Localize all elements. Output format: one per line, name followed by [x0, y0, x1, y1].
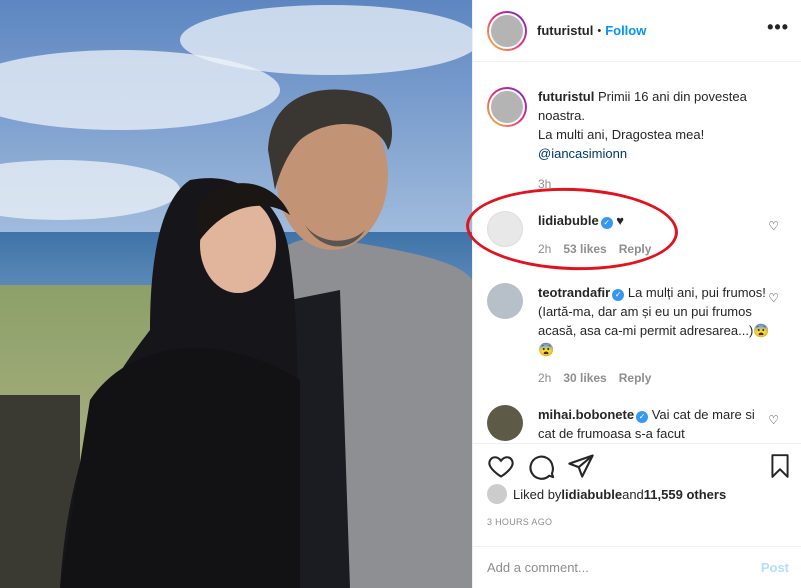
- save-bookmark-icon[interactable]: [767, 452, 793, 480]
- caption-time[interactable]: 3h: [538, 177, 551, 191]
- likes-summary: Liked by lidiabuble and 11,559 others: [487, 484, 726, 504]
- post-comment-button[interactable]: Post: [761, 560, 789, 575]
- comment-text: ♥: [616, 213, 625, 228]
- comment-time[interactable]: 2h: [538, 371, 551, 385]
- photo-illustration: [0, 0, 472, 588]
- verified-icon: ✓: [600, 217, 613, 229]
- verified-icon: ✓: [636, 411, 649, 423]
- author-username[interactable]: futuristul: [537, 23, 593, 38]
- reply-button[interactable]: Reply: [619, 371, 652, 385]
- commenter-avatar[interactable]: [487, 283, 523, 319]
- caption-username[interactable]: futuristul: [538, 89, 594, 104]
- caption-avatar[interactable]: [487, 87, 527, 127]
- likes-middle: and: [622, 486, 644, 502]
- separator-dot: •: [597, 24, 602, 37]
- likes-prefix: Liked by: [513, 486, 562, 502]
- commenter-avatar[interactable]: [487, 405, 523, 441]
- comments-list[interactable]: futuristul Primii 16 ani din povestea no…: [473, 63, 801, 443]
- like-comment-icon[interactable]: ♡: [768, 291, 779, 305]
- add-comment-bar: Post: [473, 546, 801, 588]
- caption-mention[interactable]: @iancasimionn: [538, 144, 787, 163]
- comment-icon[interactable]: [528, 452, 556, 480]
- more-options-icon[interactable]: •••: [767, 18, 789, 36]
- follow-button[interactable]: Follow: [605, 23, 646, 38]
- comment-input[interactable]: [487, 560, 761, 575]
- comment-likes[interactable]: 53 likes: [563, 242, 606, 256]
- comment-item: mihai.bobonete ✓ Vai cat de mare si cat d…: [487, 405, 787, 443]
- caption-text-line2: La multi ani, Dragostea mea!: [538, 127, 705, 142]
- likes-count[interactable]: 11,559 others: [644, 487, 726, 502]
- commenter-username[interactable]: mihai.bobonete: [538, 407, 634, 422]
- verified-icon: ✓: [612, 289, 625, 301]
- post-header: futuristul • Follow •••: [473, 0, 801, 62]
- like-comment-icon[interactable]: ♡: [768, 219, 779, 233]
- like-comment-icon[interactable]: ♡: [768, 413, 779, 427]
- share-icon[interactable]: [567, 452, 595, 480]
- likes-user[interactable]: lidiabuble: [561, 487, 622, 502]
- author-avatar[interactable]: [487, 10, 527, 51]
- post-photo[interactable]: [0, 0, 472, 588]
- commenter-username[interactable]: teotrandafir: [538, 285, 610, 300]
- like-heart-icon[interactable]: [487, 452, 515, 480]
- comment-likes[interactable]: 30 likes: [563, 371, 606, 385]
- commenter-username[interactable]: lidiabuble: [538, 213, 599, 228]
- caption: futuristul Primii 16 ani din povestea no…: [487, 87, 787, 194]
- comment-item: lidiabuble ✓ ♥ 2h 53 likes Reply ♡: [487, 211, 787, 259]
- comment-item: teotrandafir ✓ La mulți ani, pui frumos! …: [487, 283, 787, 388]
- liker-avatar[interactable]: [487, 484, 507, 504]
- comment-time[interactable]: 2h: [538, 242, 551, 256]
- reply-button[interactable]: Reply: [619, 242, 652, 256]
- post-sidebar: futuristul • Follow ••• futuristul Primi…: [472, 0, 801, 588]
- post-timestamp[interactable]: 3 HOURS AGO: [487, 517, 552, 527]
- action-bar: [473, 443, 801, 487]
- commenter-avatar[interactable]: [487, 211, 523, 247]
